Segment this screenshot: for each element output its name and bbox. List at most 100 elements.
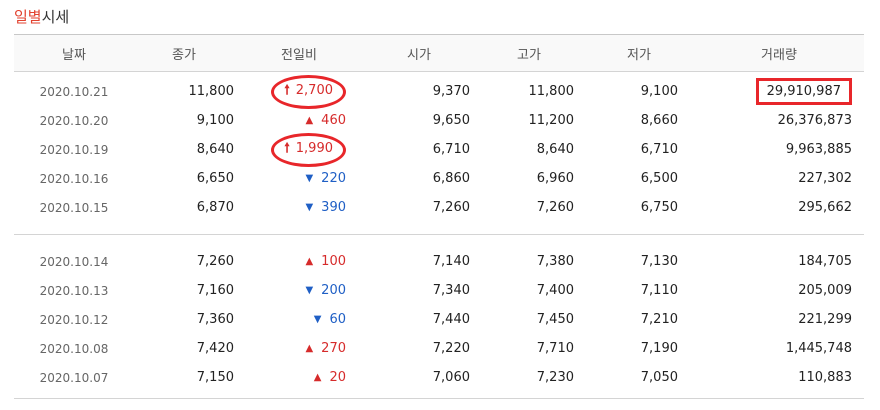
col-header-high: 고가 — [517, 47, 541, 63]
table-row: 2020.10.15 6,870 ▼ 390 7,260 7,260 6,750 295,66… — [14, 193, 864, 222]
change-amount: 270 — [321, 341, 346, 356]
arrow-up-icon: ▲ — [305, 115, 314, 126]
cell-open: 9,370 — [432, 84, 470, 99]
cell-date: 2020.10.19 — [39, 142, 109, 157]
table-row: 2020.10.19 8,640 🠕 1,990 6,710 8,640 6,710 9,96… — [14, 132, 864, 167]
cell-open: 7,260 — [432, 200, 470, 215]
cell-low: 7,190 — [640, 341, 678, 356]
cell-change: ▲ 460 — [234, 113, 364, 128]
cell-date: 2020.10.07 — [39, 370, 109, 385]
cell-change: ▼ 390 — [234, 200, 364, 215]
change-amount: 100 — [321, 254, 346, 269]
cell-open: 7,140 — [432, 254, 470, 269]
cell-low: 7,210 — [640, 312, 678, 327]
cell-close: 7,160 — [196, 283, 234, 298]
table-row: 2020.10.21 11,800 🠕 2,700 9,370 11,800 9,100 29… — [14, 74, 864, 109]
col-header-date: 날짜 — [62, 47, 86, 63]
change-value: ▼ 390 — [305, 200, 346, 215]
cell-high: 7,450 — [536, 312, 574, 327]
cell-open: 6,860 — [432, 171, 470, 186]
change-value: ▲ 460 — [305, 113, 346, 128]
col-header-low: 저가 — [627, 47, 651, 63]
cell-close: 11,800 — [188, 84, 235, 99]
volume-value: 221,299 — [798, 312, 852, 327]
cell-date: 2020.10.20 — [39, 113, 109, 128]
table-row: 2020.10.20 9,100 ▲ 460 9,650 11,200 8,660 26,37… — [14, 106, 864, 135]
cell-volume: 26,376,873 — [694, 113, 864, 128]
cell-high: 7,710 — [536, 341, 574, 356]
change-value: ▲ 270 — [305, 341, 346, 356]
arrow-up-icon: ▲ — [313, 372, 322, 383]
cell-low: 6,710 — [640, 142, 678, 157]
change-value: ▼ 60 — [314, 312, 346, 327]
change-amount: 390 — [321, 200, 346, 215]
volume-value: 9,963,885 — [785, 142, 852, 157]
cell-low: 7,110 — [640, 283, 678, 298]
highlight-circle: 🠕 1,990 — [271, 132, 346, 167]
cell-high: 7,260 — [536, 200, 574, 215]
section-title-rest: 시세 — [41, 8, 70, 26]
cell-low: 6,750 — [640, 200, 678, 215]
table-row: 2020.10.13 7,160 ▼ 200 7,340 7,400 7,110 205,00… — [14, 276, 864, 305]
arrow-down-icon: ▼ — [305, 173, 314, 184]
cell-close: 7,420 — [196, 341, 234, 356]
daily-price-table: 날짜 종가 전일비 시가 고가 저가 거래량 2020.10.21 11,800 🠕… — [14, 34, 864, 399]
cell-date: 2020.10.16 — [39, 171, 109, 186]
cell-change: ▲ 100 — [234, 254, 364, 269]
cell-high: 7,230 — [536, 370, 574, 385]
cell-high: 7,380 — [536, 254, 574, 269]
cell-date: 2020.10.15 — [39, 200, 109, 215]
cell-change: 🠕 1,990 — [234, 132, 364, 167]
arrow-up-icon: 🠕 — [284, 82, 290, 98]
cell-low: 8,660 — [640, 113, 678, 128]
change-value: ▲ 100 — [305, 254, 346, 269]
cell-high: 7,400 — [536, 283, 574, 298]
volume-value: 184,705 — [798, 254, 852, 269]
table-row: 2020.10.14 7,260 ▲ 100 7,140 7,380 7,130 184,70… — [14, 247, 864, 276]
cell-volume: 1,445,748 — [694, 341, 864, 356]
table-row: 2020.10.07 7,150 ▲ 20 7,060 7,230 7,050 110,883 — [14, 363, 864, 392]
arrow-down-icon: ▼ — [305, 285, 314, 296]
cell-change: ▼ 220 — [234, 171, 364, 186]
col-header-change: 전일비 — [281, 47, 317, 63]
cell-close: 7,360 — [196, 312, 234, 327]
cell-volume: 184,705 — [694, 254, 864, 269]
cell-high: 11,200 — [528, 113, 575, 128]
cell-close: 6,870 — [196, 200, 234, 215]
cell-volume: 9,963,885 — [694, 142, 864, 157]
arrow-up-icon: ▲ — [305, 256, 314, 267]
change-amount: 2,700 — [295, 82, 333, 98]
cell-date: 2020.10.13 — [39, 283, 109, 298]
cell-change: 🠕 2,700 — [234, 74, 364, 109]
volume-value: 1,445,748 — [785, 341, 852, 356]
highlight-box: 29,910,987 — [755, 78, 852, 105]
cell-change: ▲ 20 — [234, 370, 364, 385]
cell-low: 6,500 — [640, 171, 678, 186]
cell-high: 11,800 — [528, 84, 575, 99]
cell-volume: 221,299 — [694, 312, 864, 327]
cell-open: 7,440 — [432, 312, 470, 327]
change-value: ▼ 220 — [305, 171, 346, 186]
arrow-down-icon: ▼ — [313, 314, 322, 325]
row-group-1: 2020.10.21 11,800 🠕 2,700 9,370 11,800 9,100 29… — [14, 74, 864, 222]
change-amount: 1,990 — [295, 140, 333, 156]
cell-low: 7,130 — [640, 254, 678, 269]
table-row: 2020.10.12 7,360 ▼ 60 7,440 7,450 7,210 221,299 — [14, 305, 864, 334]
change-value: ▲ 20 — [314, 370, 346, 385]
cell-change: ▼ 60 — [234, 312, 364, 327]
cell-volume: 295,662 — [694, 200, 864, 215]
change-amount: 200 — [321, 283, 346, 298]
change-value: ▼ 200 — [305, 283, 346, 298]
table-row: 2020.10.16 6,650 ▼ 220 6,860 6,960 6,500 227,30… — [14, 164, 864, 193]
cell-low: 7,050 — [640, 370, 678, 385]
highlight-circle: 🠕 2,700 — [271, 74, 346, 109]
change-amount: 460 — [321, 113, 346, 128]
cell-close: 8,640 — [196, 142, 234, 157]
cell-high: 6,960 — [536, 171, 574, 186]
cell-close: 7,150 — [196, 370, 234, 385]
cell-high: 8,640 — [536, 142, 574, 157]
change-amount: 20 — [329, 370, 346, 385]
cell-low: 9,100 — [640, 84, 678, 99]
cell-open: 9,650 — [432, 113, 470, 128]
section-title-accent: 일별 — [14, 8, 42, 26]
